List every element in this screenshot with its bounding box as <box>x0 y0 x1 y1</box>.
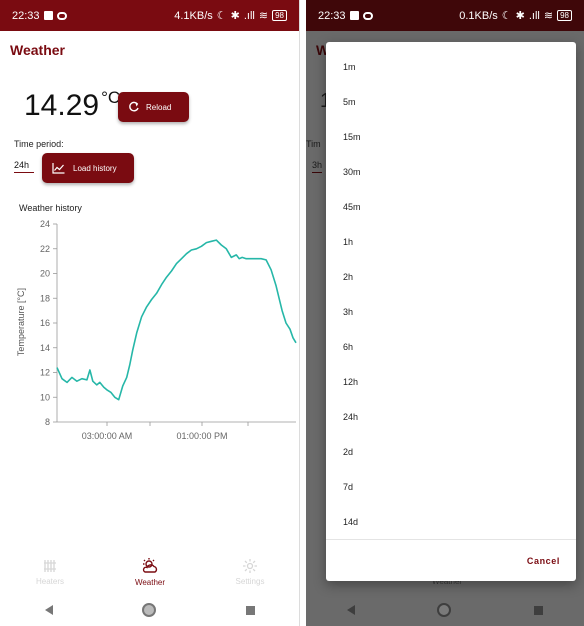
message-icon <box>56 11 67 20</box>
y-tick-label: 10 <box>40 392 50 402</box>
reload-label: Reload <box>146 102 172 112</box>
moon-icon: ☾ <box>501 10 512 22</box>
y-tick-label: 14 <box>40 343 50 353</box>
bottom-navigation: Heaters Weather Settings <box>0 552 299 592</box>
chart-title: Weather history <box>19 203 82 213</box>
x-ticks: 03:00:00 AM 01:00:00 PM <box>82 422 249 441</box>
load-history-label: Load history <box>73 163 117 173</box>
y-tick-label: 8 <box>45 417 50 427</box>
time-period-select[interactable]: 24h <box>14 160 34 173</box>
nav-weather-label: Weather <box>134 578 166 587</box>
bluetooth-icon: ✱ <box>515 10 525 22</box>
back-icon[interactable] <box>347 605 356 615</box>
line-chart-icon <box>52 162 65 174</box>
period-option[interactable]: 2d <box>343 447 353 457</box>
signal-icon: .ıll <box>243 9 255 22</box>
y-tick-label: 16 <box>40 318 50 328</box>
nav-weather[interactable]: Weather <box>100 552 200 592</box>
battery-icon: 98 <box>272 10 287 21</box>
period-option[interactable]: 30m <box>343 167 361 177</box>
weather-history-chart: Temperature [°C] 8 10 12 14 16 18 20 22 24 03:00… <box>16 219 297 441</box>
notification-icon <box>43 11 53 20</box>
home-icon[interactable] <box>142 603 157 617</box>
status-bar: 22:33 4.1KB/s ☾ ✱ .ıll ≋ 98 <box>0 0 299 31</box>
refresh-icon <box>129 101 139 112</box>
period-option[interactable]: 3h <box>343 307 353 317</box>
period-option[interactable]: 1h <box>343 237 353 247</box>
wifi-icon: ≋ <box>258 10 269 22</box>
nav-heaters-label: Heaters <box>35 577 64 586</box>
period-option[interactable]: 2h <box>343 272 353 282</box>
current-temperature: 14.29 °C <box>24 88 120 123</box>
net-speed: 4.1KB/s <box>174 9 213 22</box>
weather-screen: 22:33 4.1KB/s ☾ ✱ .ıll ≋ 98 Weather 14.2… <box>0 0 300 626</box>
screenshot-root: 22:33 4.1KB/s ☾ ✱ .ıll ≋ 98 Weather 14.2… <box>0 0 584 626</box>
period-option[interactable]: 12h <box>343 377 358 387</box>
temperature-series-line <box>56 239 297 401</box>
y-tick-label: 18 <box>40 293 50 303</box>
message-icon <box>362 11 373 20</box>
nav-settings[interactable]: Settings <box>200 552 299 592</box>
back-icon[interactable] <box>44 605 53 615</box>
cancel-button[interactable]: Cancel <box>527 556 560 566</box>
battery-icon: 98 <box>557 10 572 21</box>
partly-cloudy-icon <box>142 558 158 573</box>
bluetooth-icon: ✱ <box>230 10 240 22</box>
y-tick-label: 24 <box>40 219 50 229</box>
y-tick-label: 20 <box>40 269 50 279</box>
signal-icon: .ıll <box>528 9 540 22</box>
dialog-divider <box>326 539 576 540</box>
status-time-right: 22:33 <box>318 9 346 22</box>
period-option[interactable]: 45m <box>343 202 361 212</box>
moon-icon: ☾ <box>216 10 227 22</box>
background-period-select: 3h <box>312 160 323 173</box>
system-navigation-right <box>306 594 584 626</box>
period-option[interactable]: 5m <box>343 97 356 107</box>
status-right-group: 0.1KB/s ☾ ✱ .ıll ≋ 98 <box>459 9 572 22</box>
nav-heaters[interactable]: Heaters <box>0 552 100 592</box>
background-period-label: Tim <box>306 139 321 149</box>
nav-settings-label: Settings <box>235 577 265 586</box>
gear-icon <box>243 559 257 573</box>
status-right: 4.1KB/s ☾ ✱ .ıll ≋ 98 <box>174 9 287 22</box>
y-axis-label: Temperature [°C] <box>16 288 26 356</box>
period-option[interactable]: 24h <box>343 412 358 422</box>
system-navigation <box>0 594 299 626</box>
radiator-icon <box>44 560 56 572</box>
status-time: 22:33 <box>12 9 40 22</box>
period-option[interactable]: 14d <box>343 517 358 527</box>
y-tick-label: 12 <box>40 368 50 378</box>
temperature-value: 14.29 <box>24 89 100 122</box>
x-tick-label: 03:00:00 AM <box>82 431 133 441</box>
time-period-label: Time period: <box>14 139 64 149</box>
page-title: Weather <box>10 42 65 58</box>
recents-icon[interactable] <box>246 605 256 615</box>
recents-icon[interactable] <box>533 605 543 615</box>
status-bar-right: 22:33 0.1KB/s ☾ ✱ .ıll ≋ 98 <box>306 0 584 31</box>
load-history-button[interactable]: Load history <box>42 153 134 183</box>
period-option[interactable]: 1m <box>343 62 356 72</box>
reload-button[interactable]: Reload <box>118 92 189 122</box>
time-period-dialog: Cancel 1m 5m 15m 30m 45m 1h 2h 3h 6h 12h 24h 2d 7d 14… <box>326 42 576 581</box>
notification-icon <box>349 11 359 20</box>
net-speed-right: 0.1KB/s <box>459 9 498 22</box>
period-option[interactable]: 15m <box>343 132 361 142</box>
period-option[interactable]: 7d <box>343 482 353 492</box>
period-picker-screen: 22:33 0.1KB/s ☾ ✱ .ıll ≋ 98 W 1 Tim 3h W… <box>306 0 584 626</box>
wifi-icon: ≋ <box>543 10 554 22</box>
y-ticks: 8 10 12 14 16 18 20 22 24 <box>40 219 57 427</box>
period-option[interactable]: 6h <box>343 342 353 352</box>
home-icon[interactable] <box>437 603 452 617</box>
x-tick-label: 01:00:00 PM <box>176 431 227 441</box>
y-tick-label: 22 <box>40 244 50 254</box>
